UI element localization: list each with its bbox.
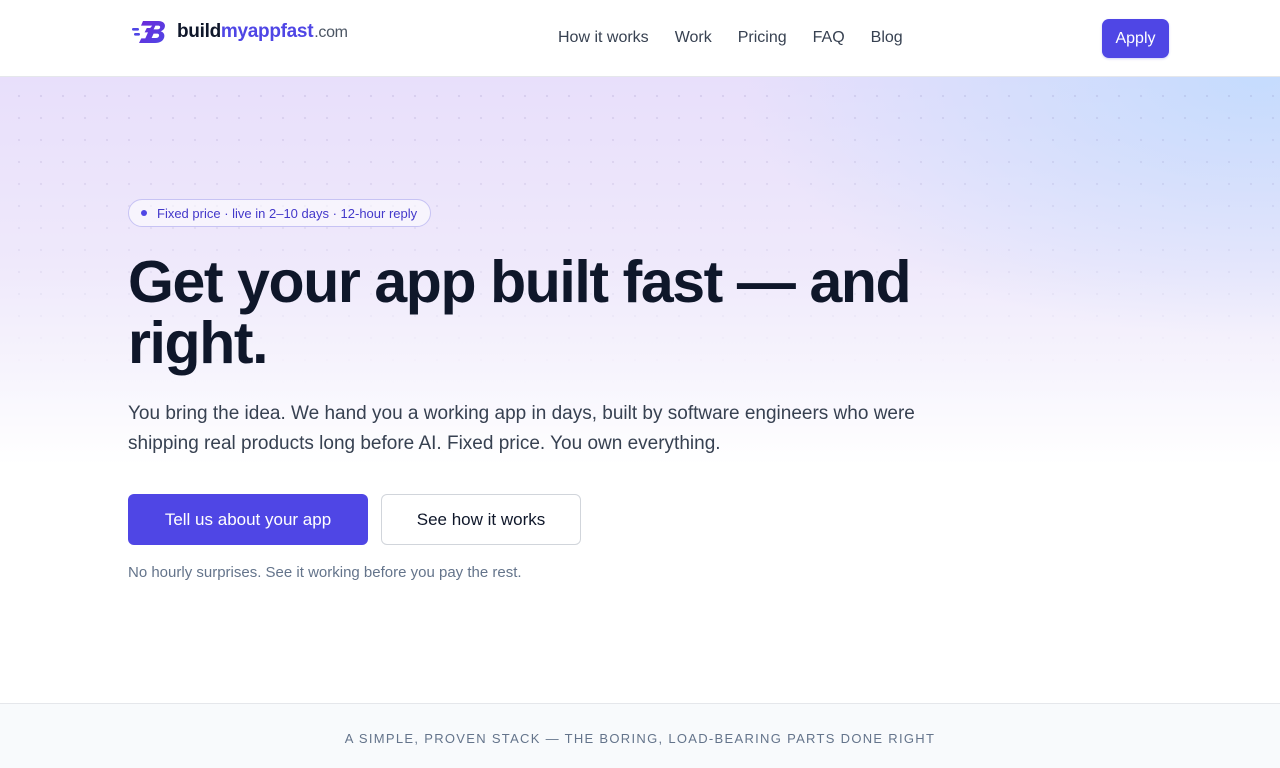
logo-link[interactable]: buildmyappfast.com [132, 19, 348, 45]
nav-link-pricing[interactable]: Pricing [738, 28, 787, 48]
see-how-it-works-button[interactable]: See how it works [381, 494, 581, 545]
nav-link-work[interactable]: Work [675, 28, 712, 48]
nav-link-faq[interactable]: FAQ [813, 28, 845, 48]
logo-word-main: build [177, 21, 221, 42]
main-nav: How it works Work Pricing FAQ Blog [558, 28, 903, 48]
hero-subtext: You bring the idea. We hand you a workin… [128, 403, 915, 454]
hero-section: Fixed price · live in 2–10 days · 12-hou… [0, 77, 1280, 703]
logo-word-accent: myappfast [220, 21, 314, 42]
nav-link-how-it-works[interactable]: How it works [558, 28, 649, 48]
offer-badge-text: Fixed price · live in 2–10 days · 12-hou… [157, 205, 418, 221]
stack-section: A SIMPLE, PROVEN STACK — THE BORING, LOA… [0, 703, 1280, 768]
hero-headline: Get your app built fast — and right. [128, 249, 912, 376]
tell-us-about-your-app-button[interactable]: Tell us about your app [128, 494, 368, 545]
stack-section-label: A SIMPLE, PROVEN STACK — THE BORING, LOA… [344, 731, 936, 746]
logo-word-tld: .com [314, 24, 348, 41]
pricing-reassurance-note: No hourly surprises. See it working befo… [128, 564, 522, 581]
b-lettermark-speed-icon [132, 21, 165, 43]
dot-grid-background [0, 77, 1280, 703]
offer-badge: Fixed price · live in 2–10 days · 12-hou… [128, 199, 432, 227]
logo-wordmark: buildmyappfast.com [177, 21, 348, 43]
apply-button[interactable]: Apply [1102, 19, 1169, 58]
site-header: buildmyappfast.com How it works Work Pri… [0, 0, 1280, 77]
badge-dot-icon [141, 210, 147, 216]
nav-link-blog[interactable]: Blog [871, 28, 903, 48]
